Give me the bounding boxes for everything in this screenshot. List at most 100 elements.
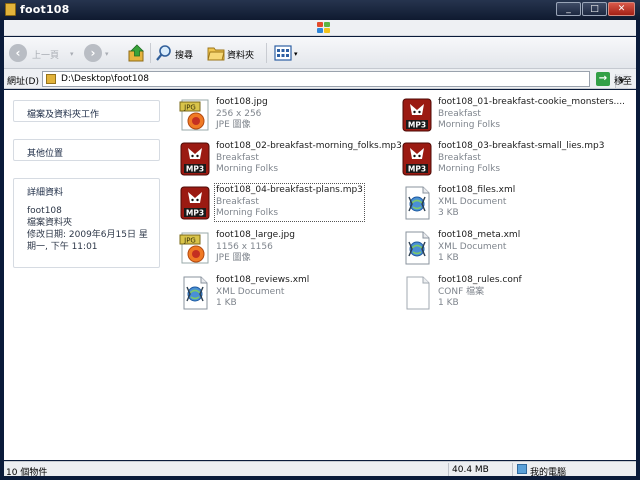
minimize-button[interactable]: _ bbox=[556, 2, 581, 16]
folder-up-icon[interactable] bbox=[128, 44, 146, 62]
mp3-file-icon: MP3 bbox=[402, 98, 432, 132]
details-panel: 詳細資料 foot108 檔案資料夾 修改日期: 2009年6月15日 星 期一… bbox=[13, 178, 160, 268]
file-meta: Breakfast bbox=[438, 152, 481, 163]
file-name: foot108_files.xml bbox=[438, 185, 516, 195]
file-meta: 256 x 256 bbox=[216, 108, 262, 119]
xml-file-icon bbox=[405, 186, 430, 220]
file-list: JPG foot108.jpg 256 x 256 JPE 圖像 MP3 foot1… bbox=[170, 90, 636, 460]
status-size: 40.4 MB bbox=[452, 465, 489, 475]
list-item[interactable]: foot108_rules.conf CONF 檔案 1 KB bbox=[392, 270, 612, 314]
folder-icon bbox=[46, 74, 56, 84]
xml-file-icon bbox=[405, 231, 430, 265]
list-item[interactable]: MP3 foot108_03-breakfast-small_lies.mp3 B… bbox=[392, 136, 612, 180]
file-meta: Morning Folks bbox=[438, 120, 501, 130]
file-meta: XML Document bbox=[438, 196, 507, 207]
status-location: 我的電腦 bbox=[530, 468, 567, 478]
list-item[interactable]: foot108_reviews.xml XML Document 1 KB bbox=[170, 270, 390, 314]
toolbar-separator bbox=[266, 43, 267, 63]
explorer-window: foot108 _ □ ✕ ‹ 上一頁 ▾ › ▾ 搜尋 資料夾 ▾ 網址(D)… bbox=[0, 0, 640, 480]
list-item[interactable]: JPG foot108_large.jpg 1156 x 1156 JPE 圖像 bbox=[170, 225, 390, 269]
file-meta: XML Document bbox=[216, 286, 285, 297]
panel-header[interactable]: 詳細資料 bbox=[14, 179, 159, 199]
file-meta: Breakfast bbox=[216, 152, 259, 163]
views-dropdown-icon[interactable]: ▾ bbox=[294, 50, 298, 58]
xml-file-icon bbox=[183, 276, 208, 310]
file-meta: JPE 圖像 bbox=[216, 120, 251, 130]
details-type: 檔案資料夾 bbox=[27, 218, 73, 228]
forward-arrow-icon[interactable]: › bbox=[84, 44, 102, 62]
address-bar: 網址(D) D:\Desktop\foot108 ▼ → 移至 bbox=[4, 69, 636, 89]
status-divider bbox=[448, 463, 449, 476]
back-arrow-icon[interactable]: ‹ bbox=[9, 44, 27, 62]
other-places-panel[interactable]: 其他位置 bbox=[13, 139, 160, 161]
details-name: foot108 bbox=[27, 206, 62, 216]
file-folder-tasks-panel[interactable]: 檔案及資料夾工作 bbox=[13, 100, 160, 122]
panel-header[interactable]: 其他位置 bbox=[14, 140, 159, 160]
search-icon[interactable] bbox=[155, 44, 173, 62]
jpg-file-icon: JPG bbox=[179, 99, 209, 131]
svg-text:MP3: MP3 bbox=[186, 165, 204, 174]
toolbar: ‹ 上一頁 ▾ › ▾ 搜尋 資料夾 ▾ bbox=[4, 37, 636, 69]
list-item[interactable]: MP3 foot108_01-breakfast-cookie_monsters… bbox=[392, 92, 625, 136]
my-computer-icon bbox=[517, 464, 527, 474]
task-pane: 檔案及資料夾工作 其他位置 詳細資料 foot108 檔案資料夾 修改日期: 2… bbox=[4, 90, 170, 460]
address-input[interactable]: D:\Desktop\foot108 ▼ bbox=[42, 71, 628, 88]
file-meta: Morning Folks bbox=[438, 164, 501, 174]
jpg-file-icon: JPG bbox=[179, 232, 209, 264]
mp3-file-icon: MP3 bbox=[180, 186, 210, 220]
address-value[interactable]: D:\Desktop\foot108 bbox=[61, 74, 149, 84]
list-item[interactable]: foot108_meta.xml XML Document 1 KB bbox=[392, 225, 612, 269]
file-name: foot108.jpg bbox=[216, 97, 268, 107]
window-title: foot108 bbox=[20, 3, 70, 16]
mp3-file-icon: MP3 bbox=[180, 142, 210, 176]
status-divider bbox=[512, 463, 513, 476]
folders-button-label[interactable]: 資料夾 bbox=[227, 48, 254, 61]
maximize-button[interactable]: □ bbox=[582, 2, 607, 16]
file-name: foot108_03-breakfast-small_lies.mp3 bbox=[438, 141, 605, 151]
file-name: foot108_02-breakfast-morning_folks.mp3 bbox=[216, 141, 402, 151]
file-meta: XML Document bbox=[438, 241, 507, 252]
close-button[interactable]: ✕ bbox=[608, 2, 635, 16]
status-bar: 10 個物件 40.4 MB 我的電腦 bbox=[4, 461, 636, 478]
file-meta: 3 KB bbox=[438, 208, 459, 218]
svg-text:MP3: MP3 bbox=[408, 165, 426, 174]
file-meta: 1 KB bbox=[438, 253, 459, 263]
file-name: foot108_04-breakfast-plans.mp3 bbox=[216, 185, 363, 195]
panel-header[interactable]: 檔案及資料夾工作 bbox=[14, 101, 159, 121]
file-meta: 1156 x 1156 bbox=[216, 241, 273, 252]
file-meta: 1 KB bbox=[438, 298, 459, 308]
address-label: 網址(D) bbox=[7, 77, 39, 87]
file-meta: 1 KB bbox=[216, 298, 237, 308]
list-item[interactable]: JPG foot108.jpg 256 x 256 JPE 圖像 bbox=[170, 92, 390, 136]
menu-strip bbox=[4, 20, 636, 36]
file-meta: JPE 圖像 bbox=[216, 253, 251, 263]
file-meta: Morning Folks bbox=[216, 208, 279, 218]
title-bar[interactable]: foot108 _ □ ✕ bbox=[0, 0, 640, 20]
list-item[interactable]: foot108_files.xml XML Document 3 KB bbox=[392, 180, 612, 224]
details-modified-cont: 期一, 下午 11:01 bbox=[27, 242, 98, 252]
forward-dropdown-icon[interactable]: ▾ bbox=[105, 50, 109, 58]
file-meta: Breakfast bbox=[438, 108, 481, 119]
svg-text:JPG: JPG bbox=[183, 104, 196, 112]
windows-logo-icon bbox=[317, 22, 330, 34]
file-meta: Breakfast bbox=[216, 196, 259, 207]
svg-text:MP3: MP3 bbox=[408, 121, 426, 130]
file-name: foot108_meta.xml bbox=[438, 230, 521, 240]
file-meta: Morning Folks bbox=[216, 164, 279, 174]
folder-icon bbox=[5, 3, 16, 16]
views-icon[interactable] bbox=[274, 44, 292, 62]
back-dropdown-icon[interactable]: ▾ bbox=[70, 50, 74, 58]
back-button-label[interactable]: 上一頁 bbox=[32, 48, 59, 61]
go-arrow-icon[interactable]: → bbox=[596, 72, 610, 86]
file-name: foot108_01-breakfast-cookie_monsters.... bbox=[438, 97, 625, 107]
content-area: 檔案及資料夾工作 其他位置 詳細資料 foot108 檔案資料夾 修改日期: 2… bbox=[4, 90, 636, 460]
folders-icon[interactable] bbox=[207, 44, 225, 62]
file-meta: CONF 檔案 bbox=[438, 286, 485, 297]
details-body: foot108 檔案資料夾 修改日期: 2009年6月15日 星 期一, 下午 … bbox=[14, 199, 159, 253]
file-name: foot108_reviews.xml bbox=[216, 275, 310, 285]
svg-text:JPG: JPG bbox=[183, 237, 196, 245]
search-button-label[interactable]: 搜尋 bbox=[175, 48, 193, 61]
go-button-label[interactable]: 移至 bbox=[614, 74, 632, 87]
list-item[interactable]: MP3 foot108_04-breakfast-plans.mp3 Breakf… bbox=[170, 180, 390, 224]
list-item[interactable]: MP3 foot108_02-breakfast-morning_folks.m… bbox=[170, 136, 402, 180]
